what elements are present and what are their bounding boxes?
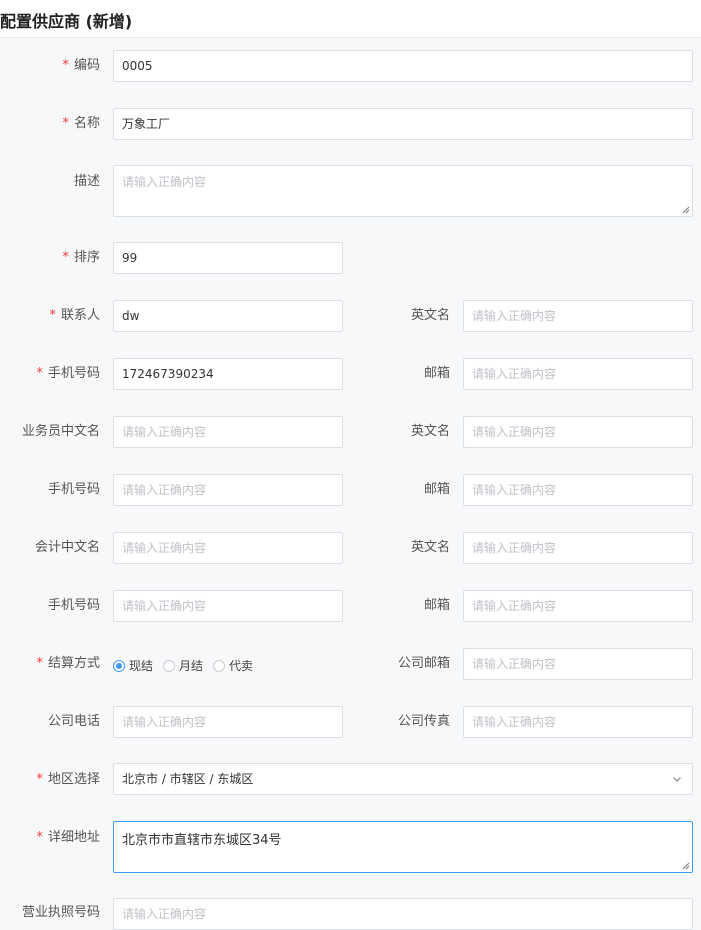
- sales-mobile-input[interactable]: 请输入正确内容: [113, 474, 343, 506]
- radio-unchecked-icon: [213, 659, 226, 672]
- sales-cn-input[interactable]: 请输入正确内容: [113, 416, 343, 448]
- accountant-email-label: 邮箱: [423, 598, 450, 613]
- settlement-radio-monthly[interactable]: 月结: [163, 657, 203, 674]
- description-placeholder: 请输入正确内容: [122, 175, 207, 189]
- resize-handle-icon[interactable]: [682, 206, 690, 214]
- company-fax-label: 公司传真: [397, 714, 450, 729]
- region-select-value: 北京市 / 市辖区 / 东城区: [122, 772, 254, 786]
- page-title: 配置供应商 (新增): [0, 12, 133, 31]
- contact-input[interactable]: dw: [113, 300, 343, 332]
- address-label: * 详细地址: [36, 830, 100, 845]
- required-mark: *: [36, 656, 43, 671]
- settlement-radio-consignment[interactable]: 代卖: [213, 657, 253, 674]
- contact-email-label: 邮箱: [423, 366, 450, 381]
- contact-label: * 联系人: [49, 308, 100, 323]
- name-label: * 名称: [62, 116, 100, 131]
- license-label: 营业执照号码: [21, 905, 100, 920]
- settlement-radio-cash[interactable]: 现结: [113, 657, 153, 674]
- accountant-email-input[interactable]: 请输入正确内容: [463, 590, 693, 622]
- sales-en-label: 英文名: [410, 424, 450, 439]
- required-mark: *: [62, 58, 69, 73]
- required-mark: *: [36, 830, 43, 845]
- accountant-cn-input[interactable]: 请输入正确内容: [113, 532, 343, 564]
- company-email-input[interactable]: 请输入正确内容: [463, 648, 693, 680]
- chevron-down-icon: [673, 777, 681, 782]
- address-textarea[interactable]: 北京市市直辖市东城区34号: [113, 821, 693, 873]
- company-phone-input[interactable]: 请输入正确内容: [113, 706, 343, 738]
- page-header: 配置供应商 (新增): [0, 0, 701, 38]
- accountant-en-label: 英文名: [410, 540, 450, 555]
- accountant-mobile-label: 手机号码: [47, 598, 100, 613]
- contact-mobile-label: * 手机号码: [36, 366, 100, 381]
- company-phone-label: 公司电话: [47, 714, 100, 729]
- sales-email-input[interactable]: 请输入正确内容: [463, 474, 693, 506]
- required-mark: *: [62, 250, 69, 265]
- accountant-en-input[interactable]: 请输入正确内容: [463, 532, 693, 564]
- company-email-label: 公司邮箱: [397, 656, 450, 671]
- required-mark: *: [49, 308, 56, 323]
- required-mark: *: [36, 366, 43, 381]
- resize-handle-icon[interactable]: [682, 862, 690, 870]
- sales-email-label: 邮箱: [423, 482, 450, 497]
- sales-en-input[interactable]: 请输入正确内容: [463, 416, 693, 448]
- radio-checked-icon: [113, 659, 125, 672]
- settlement-label: * 结算方式: [36, 656, 100, 671]
- radio-unchecked-icon: [163, 659, 176, 672]
- accountant-cn-label: 会计中文名: [34, 540, 100, 555]
- license-input[interactable]: 请输入正确内容: [113, 898, 693, 930]
- description-textarea[interactable]: 请输入正确内容: [113, 165, 693, 217]
- description-label: 描述: [73, 174, 100, 189]
- sales-cn-label: 业务员中文名: [21, 424, 100, 439]
- company-fax-input[interactable]: 请输入正确内容: [463, 706, 693, 738]
- sales-mobile-label: 手机号码: [47, 482, 100, 497]
- region-select[interactable]: 北京市 / 市辖区 / 东城区: [113, 763, 693, 795]
- name-input[interactable]: 万象工厂: [113, 108, 693, 140]
- contact-en-label: 英文名: [410, 308, 450, 323]
- accountant-mobile-input[interactable]: 请输入正确内容: [113, 590, 343, 622]
- code-label: * 编码: [62, 58, 100, 73]
- contact-email-input[interactable]: 请输入正确内容: [463, 358, 693, 390]
- required-mark: *: [36, 772, 43, 787]
- sort-input[interactable]: 99: [113, 242, 343, 274]
- code-input[interactable]: 0005: [113, 50, 693, 82]
- address-value: 北京市市直辖市东城区34号: [122, 833, 282, 848]
- contact-en-input[interactable]: 请输入正确内容: [463, 300, 693, 332]
- required-mark: *: [62, 116, 69, 131]
- region-label: * 地区选择: [36, 772, 100, 787]
- settlement-radio-group: 现结 月结 代卖: [113, 657, 263, 674]
- contact-mobile-input[interactable]: 172467390234: [113, 358, 343, 390]
- sort-label: * 排序: [62, 250, 100, 265]
